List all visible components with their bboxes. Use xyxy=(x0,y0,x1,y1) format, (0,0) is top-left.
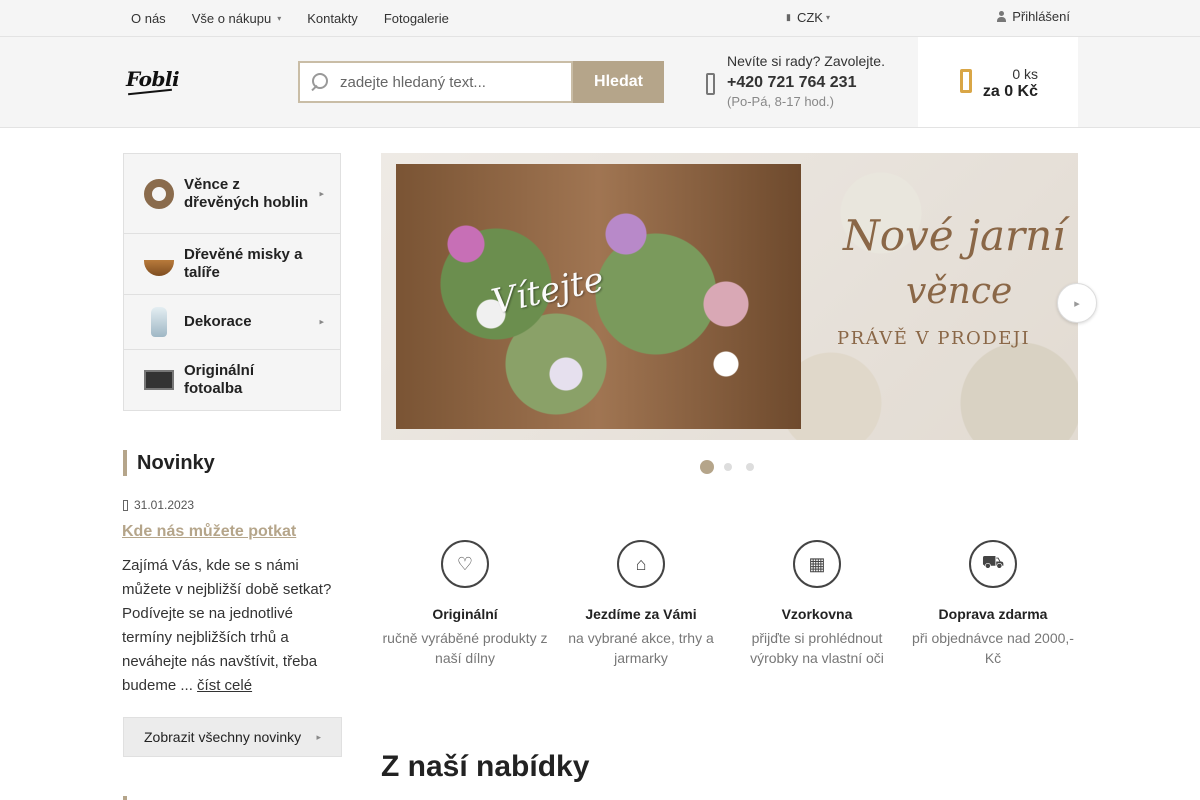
wreath-thumbnail xyxy=(144,178,174,209)
category-menu: Věnce z dřevěných hoblin ▸ Dřevěné misky… xyxy=(123,153,341,411)
benefit-title: Vzorkovna xyxy=(781,606,853,622)
benefit-title: Originální xyxy=(432,606,498,622)
offer-heading: Z naší nabídky xyxy=(381,750,590,783)
nav-link-label: O nás xyxy=(131,10,166,26)
contact-text: Nevíte si rady? Zavolejte. +420 721 764 … xyxy=(727,53,927,109)
header: Fobli Hledat Nevíte si rady? Zavolejte. … xyxy=(0,37,1200,128)
handmade-heart-icon: ♡ xyxy=(441,540,489,588)
news-heading: Novinky xyxy=(123,450,215,476)
top-navigation: O nás Vše o nákupu ▾ Kontakty Fotogalerie xyxy=(122,0,466,36)
slider-dot-2[interactable] xyxy=(724,463,732,471)
category-item-fotoalba[interactable]: Originální fotoalba xyxy=(124,350,340,410)
banner-headline-2: věnce xyxy=(906,271,1013,312)
chevron-right-icon: ▸ xyxy=(319,188,324,198)
category-item-dekorace[interactable]: Dekorace ▸ xyxy=(124,295,340,350)
cart-widget[interactable]: 0 ks za 0 Kč xyxy=(918,37,1078,127)
benefit-free-shipping: ⛟ Doprava zdarma při objednávce nad 2000… xyxy=(905,540,1081,668)
chevron-down-icon: ▾ xyxy=(825,13,830,22)
slider-dot-3[interactable] xyxy=(746,463,754,471)
banner-headline-1: Nové jarní xyxy=(843,211,1066,260)
top-bar: O nás Vše o nákupu ▾ Kontakty Fotogalerie… xyxy=(0,0,1200,37)
chevron-down-icon: ▾ xyxy=(277,13,282,23)
benefit-text: při objednávce nad 2000,- Kč xyxy=(912,630,1074,666)
benefit-title: Jezdíme za Vámi xyxy=(585,606,697,622)
currency-selector[interactable]: ▮ CZK ▾ xyxy=(786,10,830,25)
slider-dots xyxy=(700,460,768,474)
hero-banner[interactable]: Vítejte Nové jarní věnce PRÁVĚ V PRODEJI xyxy=(381,153,1078,440)
cart-count: 0 ks xyxy=(1012,66,1038,82)
nav-link-kontakty[interactable]: Kontakty xyxy=(298,11,367,26)
benefit-original: ♡ Originální ručně vyráběné produkty z n… xyxy=(377,540,553,668)
chevron-right-icon: ▸ xyxy=(316,731,321,742)
login-link[interactable]: Přihlášení xyxy=(997,9,1070,24)
next-section-marker xyxy=(123,796,127,800)
category-label: Dřevěné misky a talíře xyxy=(184,246,303,281)
cart-total: za 0 Kč xyxy=(982,83,1038,100)
category-label: Věnce z dřevěných hoblin xyxy=(184,175,309,211)
news-excerpt: Zajímá Vás, kde se s námi můžete v nejbl… xyxy=(122,554,337,698)
search-icon xyxy=(310,73,328,91)
currency-icon: ▮ xyxy=(786,12,791,22)
nav-link-label: Fotogalerie xyxy=(383,10,449,26)
search-form: Hledat xyxy=(298,61,664,103)
site-logo[interactable]: Fobli xyxy=(126,67,180,96)
contact-hours: (Po-Pá, 8-17 hod.) xyxy=(727,94,834,109)
chevron-right-icon: ▸ xyxy=(319,316,324,327)
bowl-thumbnail xyxy=(144,259,174,276)
news-excerpt-text: Zajímá Vás, kde se s námi můžete v nejbl… xyxy=(122,557,332,694)
search-input[interactable] xyxy=(340,73,560,91)
slider-next-button[interactable]: ▸ xyxy=(1057,283,1097,323)
phone-icon xyxy=(706,73,715,95)
news-date-text: 31.01.2023 xyxy=(134,498,195,512)
category-item-misky[interactable]: Dřevěné misky a talíře xyxy=(124,234,340,295)
search-box xyxy=(298,61,573,103)
banner-subline: PRÁVĚ V PRODEJI xyxy=(837,328,1031,349)
vase-thumbnail xyxy=(151,307,167,337)
calendar-icon xyxy=(123,499,128,511)
nav-link-label: Kontakty xyxy=(307,10,358,26)
shop-icon: ▦ xyxy=(793,540,841,588)
nav-link-fotogalerie[interactable]: Fotogalerie xyxy=(375,11,458,26)
news-title-link[interactable]: Kde nás můžete potkat xyxy=(122,523,296,541)
benefit-events: ⌂ Jezdíme za Vámi na vybrané akce, trhy … xyxy=(553,540,729,668)
benefit-showroom: ▦ Vzorkovna přijďte si prohlédnout výrob… xyxy=(729,540,905,668)
contact-phone[interactable]: +420 721 764 231 xyxy=(727,74,927,92)
benefit-text: ručně vyráběné produkty z naší dílny xyxy=(382,630,548,666)
logo-text: Fobli xyxy=(126,67,180,91)
category-label: Dekorace xyxy=(184,313,252,330)
nav-link-vse-o-nakupu[interactable]: Vše o nákupu ▾ xyxy=(183,11,291,26)
contact-question: Nevíte si rady? Zavolejte. xyxy=(727,53,885,69)
slider-dot-1[interactable] xyxy=(700,460,714,474)
read-more-link[interactable]: číst celé xyxy=(197,677,252,694)
nav-link-o-nas[interactable]: O nás xyxy=(122,11,175,26)
nav-link-label: Vše o nákupu xyxy=(191,10,272,26)
cart-icon xyxy=(960,69,972,93)
user-icon xyxy=(997,11,1007,22)
benefit-text: na vybrané akce, trhy a jarmarky xyxy=(568,630,714,666)
search-button[interactable]: Hledat xyxy=(573,61,664,103)
benefit-text: přijďte si prohlédnout výrobky na vlastn… xyxy=(750,630,884,666)
news-date: 31.01.2023 xyxy=(123,498,194,512)
category-item-vence[interactable]: Věnce z dřevěných hoblin ▸ xyxy=(124,154,340,234)
currency-label: CZK xyxy=(796,10,823,25)
all-news-label: Zobrazit všechny novinky xyxy=(144,729,302,745)
login-label: Přihlášení xyxy=(1012,9,1070,24)
category-label: Originální fotoalba xyxy=(184,362,255,397)
chevron-right-icon: ▸ xyxy=(1074,297,1080,310)
delivery-truck-icon: ⛟ xyxy=(969,540,1017,588)
all-news-button[interactable]: Zobrazit všechny novinky ▸ xyxy=(123,717,342,757)
album-thumbnail xyxy=(144,370,174,390)
market-stall-icon: ⌂ xyxy=(617,540,665,588)
benefit-title: Doprava zdarma xyxy=(938,606,1048,622)
